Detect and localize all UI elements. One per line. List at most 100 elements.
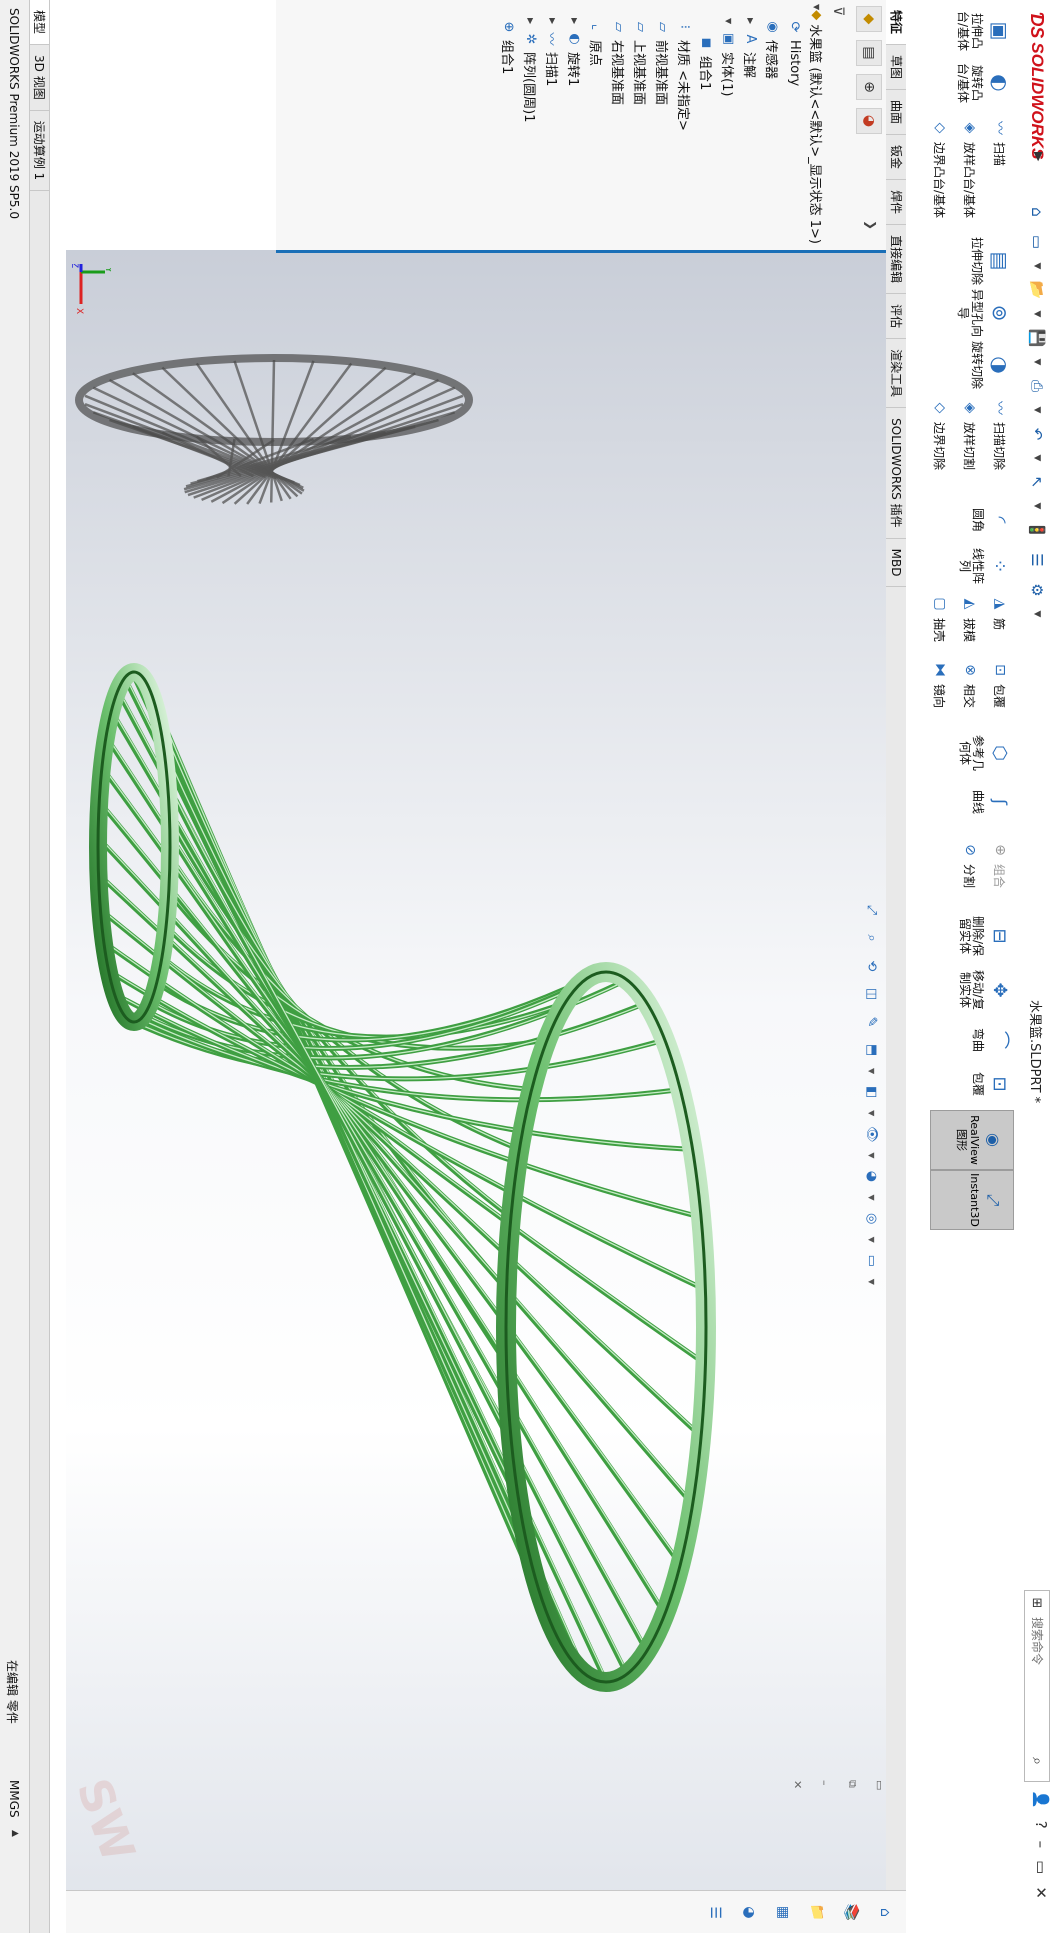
view-palette-icon[interactable]: ▦ [770,1900,796,1926]
display-manager-tab-icon[interactable]: ◕ [856,108,882,134]
flex-button[interactable]: ⌒ 弯曲 [926,1020,1014,1060]
instant3d-button[interactable]: ⤢ Instant3D [930,1170,1014,1230]
revolve-boss-button[interactable]: ◐ 旋转凸台/基体 [956,58,1014,108]
tab-sheet-metal[interactable]: 钣金 [886,135,906,181]
tree-item-annotations[interactable]: ▶ A 注解 [740,4,762,244]
configuration-manager-tab-icon[interactable]: ⊕ [856,74,882,100]
hole-wizard-button[interactable]: ⊚ 异型孔向导 [956,288,1014,338]
tree-item-sensors[interactable]: ◉ 传感器 [762,4,784,244]
search-icon[interactable]: ⌕ [1029,1749,1045,1773]
tree-item-revolve1[interactable]: ▶ ◐ 旋转1 [564,4,586,244]
rebuild-icon[interactable]: 🚦 [1024,518,1050,542]
options-gear-icon[interactable]: ⚙ [1024,578,1050,602]
revolve-cut-button[interactable]: ◑ 旋转切除 [970,340,1014,390]
view-orientation-dropdown-icon[interactable]: ▼ [868,1068,877,1074]
boundary-cut-button[interactable]: ◇ 边界切除 [926,398,954,470]
tree-item-right-plane[interactable]: ▱ 右视基准面 [608,4,630,244]
command-search[interactable]: ⊞ ⌕ [1024,1590,1050,1782]
wrap-button[interactable]: ⊡ 包覆 [986,660,1014,708]
previous-view-icon[interactable]: ⟲ [862,956,882,976]
tree-root-part[interactable]: ▼ ◆ 水果篮 (默认<<默认>_显示状态 1>) [806,4,828,244]
dynamic-annotation-icon[interactable]: ✎ [862,1012,882,1032]
tab-motion-study[interactable]: 运动算例 1 [29,110,49,192]
maximize-viewport-icon[interactable]: ▭ [873,1780,886,1790]
tab-direct-editing[interactable]: 直接编辑 [886,225,906,295]
undo-icon[interactable]: ↶ [1024,422,1050,446]
move-copy-button[interactable]: ✥ 移动/复制实体 [926,964,1014,1016]
search-input[interactable] [1029,1615,1045,1749]
save-dropdown-icon[interactable]: ▼ [1024,356,1050,368]
extrude-boss-button[interactable]: ▣ 拉伸凸台/基体 [956,6,1014,56]
display-style-dropdown-icon[interactable]: ▼ [868,1110,877,1116]
apply-scene-icon[interactable]: ◎ [862,1209,882,1229]
combine-button[interactable]: ⊕ 组合 [986,840,1014,888]
options-dropdown-icon[interactable]: ▼ [1024,608,1050,620]
edit-appearance-icon[interactable]: ◕ [862,1166,882,1186]
expand-icon[interactable]: ▶ [571,18,580,30]
tab-render-tools[interactable]: 渲染工具 [886,339,906,409]
tree-item-solid-bodies[interactable]: ▼ ▣ 实体(1) [718,4,740,244]
property-manager-tab-icon[interactable]: ▤ [856,40,882,66]
close-icon[interactable]: ✕ [1032,1886,1050,1899]
solidworks-resources-icon[interactable]: ⌂ [872,1900,898,1926]
feature-tree-tab-icon[interactable]: ◆ [856,6,882,32]
new-dropdown-icon[interactable]: ▼ [1024,260,1050,272]
select-dropdown-icon[interactable]: ▼ [1024,500,1050,512]
appearances-icon[interactable]: ◕ [736,1900,762,1926]
expand-icon[interactable]: ▶ [747,18,756,30]
new-document-icon[interactable]: ▭ [1024,230,1050,254]
file-explorer-icon[interactable]: 📁 [804,1900,830,1926]
mirror-button[interactable]: ⧓ 镜向 [926,660,954,708]
scene-dropdown-icon[interactable]: ▼ [868,1237,877,1243]
tab-addins[interactable]: SOLIDWORKS 插件 [886,408,906,539]
tree-item-combine1[interactable]: ⊕ 组合1 [498,4,520,244]
tab-mbd[interactable]: MBD [886,538,906,588]
help-icon[interactable]: ? [1032,1821,1050,1829]
lofted-cut-button[interactable]: ◈ 放样切割 [956,398,984,470]
tree-filter-icon[interactable]: ⊽ [830,6,846,16]
fillet-button[interactable]: ◜ 圆角 [926,500,1014,540]
split-button[interactable]: ⊘ 分割 [956,840,984,888]
tab-sketch[interactable]: 草图 [886,45,906,91]
loft-button[interactable]: ◈ 放样凸台/基体 [956,118,984,218]
rib-button[interactable]: ◮ 筋 [986,594,1014,630]
tree-item-top-plane[interactable]: ▱ 上视基准面 [630,4,652,244]
linear-pattern-button[interactable]: ⁘ 线性阵列 [926,546,1014,586]
solidworks-logo[interactable]: ƊS SOLIDWORKS [1024,12,1050,159]
draft-button[interactable]: ◭ 拔模 [956,594,984,642]
file-properties-icon[interactable]: ☰ [1024,548,1050,572]
user-icon[interactable]: 👤 [1032,1790,1050,1809]
display-style-icon[interactable]: ◧ [862,1082,882,1102]
restore-viewport-icon[interactable]: ⧉ [845,1780,859,1790]
graphics-area[interactable]: X Y Z [66,250,886,1933]
view-orientation-icon[interactable]: ⬒ [862,1040,882,1060]
wrap2-button[interactable]: ⊡ 包覆 [926,1064,1014,1104]
tree-item-body-combine[interactable]: ◼ 组合1 [696,4,718,244]
zoom-to-area-icon[interactable]: ⌕ [862,928,882,948]
menu-expand-arrow[interactable]: ▶ [1032,152,1046,161]
extrude-cut-button[interactable]: ▤ 拉伸切除 [970,236,1014,286]
tab-features[interactable]: 特征 [886,0,906,46]
minimize-icon[interactable]: – [1032,1841,1050,1849]
view-settings-dropdown-icon[interactable]: ▼ [868,1279,877,1285]
custom-properties-icon[interactable]: ☰ [702,1900,728,1926]
boundary-boss-button[interactable]: ◇ 边界凸台/基体 [926,118,954,218]
delete-body-button[interactable]: ⊟ 删除/保留实体 [926,910,1014,962]
panel-expand-icon[interactable]: ❯ [864,220,878,230]
restore-icon[interactable]: ▭ [1032,1860,1050,1874]
minimize-viewport-icon[interactable]: – [818,1780,831,1790]
collapse-icon[interactable]: ▼ [725,18,734,30]
sweep-button[interactable]: 〰扫描 [986,118,1014,166]
expand-icon[interactable]: ▶ [527,18,536,30]
intersect-button[interactable]: ⊗ 相交 [956,660,984,708]
tab-model[interactable]: 模型 [29,0,49,46]
home-icon[interactable]: ⌂ [1024,200,1050,224]
tree-item-material[interactable]: ⁝ 材质 <未指定> [674,4,696,244]
hide-show-items-icon[interactable]: 👁 [862,1124,882,1144]
expand-icon[interactable]: ▶ [549,18,558,30]
tree-item-sweep1[interactable]: ▶ 〰扫描1 [542,4,564,244]
curves-button[interactable]: ʃ 曲线 [926,782,1014,822]
print-icon[interactable]: ⎙ [1024,374,1050,398]
tree-item-history[interactable]: ⟳ History [784,4,806,244]
realview-button[interactable]: ◉ RealView 图形 [930,1110,1014,1170]
